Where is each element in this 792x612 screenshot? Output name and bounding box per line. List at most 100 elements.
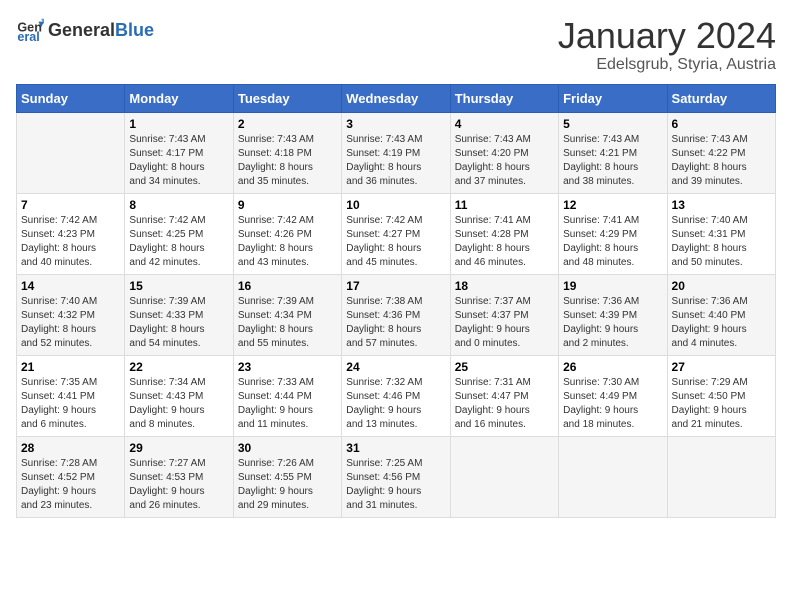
cell-line: and 18 minutes.: [563, 419, 634, 430]
calendar-cell: 22Sunrise: 7:34 AMSunset: 4:43 PMDayligh…: [125, 355, 233, 436]
cell-line: Sunset: 4:52 PM: [21, 472, 95, 483]
cell-line: Sunrise: 7:40 AM: [21, 296, 97, 307]
calendar-cell: [667, 436, 775, 517]
cell-line: and 39 minutes.: [672, 176, 743, 187]
day-number: 15: [129, 279, 228, 293]
cell-line: Sunset: 4:49 PM: [563, 391, 637, 402]
cell-line: and 38 minutes.: [563, 176, 634, 187]
cell-content: Sunrise: 7:43 AMSunset: 4:20 PMDaylight:…: [455, 133, 554, 189]
cell-content: Sunrise: 7:34 AMSunset: 4:43 PMDaylight:…: [129, 376, 228, 432]
cell-line: Sunset: 4:33 PM: [129, 310, 203, 321]
column-header-wednesday: Wednesday: [342, 84, 450, 112]
cell-line: and 34 minutes.: [129, 176, 200, 187]
week-row-4: 21Sunrise: 7:35 AMSunset: 4:41 PMDayligh…: [17, 355, 776, 436]
day-number: 14: [21, 279, 120, 293]
cell-line: Daylight: 8 hours: [238, 162, 313, 173]
cell-line: Daylight: 9 hours: [672, 324, 747, 335]
cell-line: Sunset: 4:40 PM: [672, 310, 746, 321]
cell-content: Sunrise: 7:43 AMSunset: 4:21 PMDaylight:…: [563, 133, 662, 189]
cell-line: and 23 minutes.: [21, 500, 92, 511]
calendar-cell: [450, 436, 558, 517]
cell-line: and 36 minutes.: [346, 176, 417, 187]
calendar-cell: 26Sunrise: 7:30 AMSunset: 4:49 PMDayligh…: [559, 355, 667, 436]
week-row-5: 28Sunrise: 7:28 AMSunset: 4:52 PMDayligh…: [17, 436, 776, 517]
cell-line: Sunset: 4:17 PM: [129, 148, 203, 159]
cell-line: Daylight: 8 hours: [346, 162, 421, 173]
cell-line: and 31 minutes.: [346, 500, 417, 511]
cell-line: and 45 minutes.: [346, 257, 417, 268]
cell-content: Sunrise: 7:43 AMSunset: 4:22 PMDaylight:…: [672, 133, 771, 189]
cell-line: Daylight: 8 hours: [455, 243, 530, 254]
logo-icon: Gen eral: [16, 16, 44, 44]
cell-line: and 0 minutes.: [455, 338, 521, 349]
cell-line: Sunrise: 7:36 AM: [672, 296, 748, 307]
calendar-table: SundayMondayTuesdayWednesdayThursdayFrid…: [16, 84, 776, 518]
day-number: 24: [346, 360, 445, 374]
subtitle: Edelsgrub, Styria, Austria: [558, 56, 776, 74]
cell-content: Sunrise: 7:35 AMSunset: 4:41 PMDaylight:…: [21, 376, 120, 432]
cell-line: Sunrise: 7:42 AM: [129, 215, 205, 226]
cell-line: Daylight: 8 hours: [455, 162, 530, 173]
calendar-cell: 23Sunrise: 7:33 AMSunset: 4:44 PMDayligh…: [233, 355, 341, 436]
cell-line: Daylight: 9 hours: [238, 486, 313, 497]
logo: Gen eral GeneralBlue: [16, 16, 154, 44]
cell-line: Sunset: 4:41 PM: [21, 391, 95, 402]
cell-line: Sunrise: 7:43 AM: [672, 134, 748, 145]
cell-line: and 46 minutes.: [455, 257, 526, 268]
cell-line: Sunrise: 7:35 AM: [21, 377, 97, 388]
day-number: 25: [455, 360, 554, 374]
calendar-cell: 15Sunrise: 7:39 AMSunset: 4:33 PMDayligh…: [125, 274, 233, 355]
week-row-1: 1Sunrise: 7:43 AMSunset: 4:17 PMDaylight…: [17, 112, 776, 193]
cell-line: Sunrise: 7:43 AM: [563, 134, 639, 145]
cell-line: Sunset: 4:50 PM: [672, 391, 746, 402]
cell-line: and 6 minutes.: [21, 419, 87, 430]
day-number: 12: [563, 198, 662, 212]
calendar-cell: 2Sunrise: 7:43 AMSunset: 4:18 PMDaylight…: [233, 112, 341, 193]
cell-line: Sunset: 4:39 PM: [563, 310, 637, 321]
cell-line: Sunrise: 7:26 AM: [238, 458, 314, 469]
cell-line: Sunset: 4:28 PM: [455, 229, 529, 240]
cell-line: Sunrise: 7:43 AM: [346, 134, 422, 145]
day-number: 9: [238, 198, 337, 212]
cell-line: Daylight: 9 hours: [346, 486, 421, 497]
calendar-cell: 6Sunrise: 7:43 AMSunset: 4:22 PMDaylight…: [667, 112, 775, 193]
calendar-cell: 25Sunrise: 7:31 AMSunset: 4:47 PMDayligh…: [450, 355, 558, 436]
day-number: 20: [672, 279, 771, 293]
cell-line: Sunrise: 7:42 AM: [346, 215, 422, 226]
cell-line: and 2 minutes.: [563, 338, 629, 349]
cell-content: Sunrise: 7:36 AMSunset: 4:39 PMDaylight:…: [563, 295, 662, 351]
calendar-cell: 16Sunrise: 7:39 AMSunset: 4:34 PMDayligh…: [233, 274, 341, 355]
cell-line: Daylight: 8 hours: [672, 243, 747, 254]
calendar-body: 1Sunrise: 7:43 AMSunset: 4:17 PMDaylight…: [17, 112, 776, 517]
cell-line: Daylight: 8 hours: [21, 243, 96, 254]
cell-line: Sunrise: 7:41 AM: [563, 215, 639, 226]
cell-line: and 21 minutes.: [672, 419, 743, 430]
day-number: 30: [238, 441, 337, 455]
main-title: January 2024: [558, 16, 776, 56]
cell-line: and 26 minutes.: [129, 500, 200, 511]
day-number: 3: [346, 117, 445, 131]
day-number: 31: [346, 441, 445, 455]
calendar-cell: 11Sunrise: 7:41 AMSunset: 4:28 PMDayligh…: [450, 193, 558, 274]
cell-line: Sunset: 4:27 PM: [346, 229, 420, 240]
cell-line: Sunset: 4:47 PM: [455, 391, 529, 402]
cell-content: Sunrise: 7:38 AMSunset: 4:36 PMDaylight:…: [346, 295, 445, 351]
cell-line: Sunrise: 7:43 AM: [455, 134, 531, 145]
cell-line: Daylight: 8 hours: [238, 243, 313, 254]
cell-line: Daylight: 8 hours: [129, 162, 204, 173]
calendar-cell: 7Sunrise: 7:42 AMSunset: 4:23 PMDaylight…: [17, 193, 125, 274]
day-number: 17: [346, 279, 445, 293]
day-number: 18: [455, 279, 554, 293]
cell-content: Sunrise: 7:42 AMSunset: 4:23 PMDaylight:…: [21, 214, 120, 270]
cell-line: Sunrise: 7:43 AM: [129, 134, 205, 145]
cell-line: and 35 minutes.: [238, 176, 309, 187]
cell-line: Sunset: 4:34 PM: [238, 310, 312, 321]
day-number: 13: [672, 198, 771, 212]
cell-content: Sunrise: 7:27 AMSunset: 4:53 PMDaylight:…: [129, 457, 228, 513]
column-header-saturday: Saturday: [667, 84, 775, 112]
cell-line: Sunrise: 7:42 AM: [238, 215, 314, 226]
cell-line: Sunset: 4:26 PM: [238, 229, 312, 240]
cell-line: Sunrise: 7:41 AM: [455, 215, 531, 226]
calendar-cell: 18Sunrise: 7:37 AMSunset: 4:37 PMDayligh…: [450, 274, 558, 355]
day-number: 2: [238, 117, 337, 131]
